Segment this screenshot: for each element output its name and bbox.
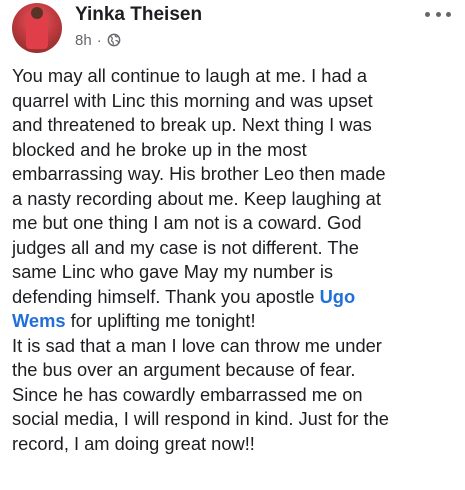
post-line: judges all and my case is not different.…	[12, 236, 359, 258]
post-line: record, I am doing great now!!	[12, 432, 255, 454]
post-line: a nasty recording about me. Keep laughin…	[12, 187, 381, 209]
post-line: social media, I will respond in kind. Ju…	[12, 408, 389, 429]
post-line-text: defending himself. Thank you apostle	[12, 285, 320, 307]
post-line: blocked and he broke up in the most	[12, 138, 307, 160]
post-line: me but one thing I am not is a coward. G…	[12, 212, 362, 233]
post-line: It is sad that a man I love can throw me…	[12, 334, 382, 356]
post-line: quarrel with Linc this morning and was u…	[12, 89, 373, 111]
avatar[interactable]	[12, 3, 62, 53]
mention-link-ugo[interactable]: Ugo	[320, 286, 356, 307]
post-line: and threatened to break up. Next thing I…	[12, 114, 372, 135]
post-line: Since he has cowardly embarrassed me on	[12, 383, 363, 405]
more-dot	[446, 11, 451, 17]
post-line: the bus over an argument because of fear…	[12, 359, 356, 380]
post-line: embarrassing way. His brother Leo then m…	[12, 163, 386, 184]
post-line: same Linc who gave May my number is	[12, 261, 334, 282]
post-line-text: for uplifting me tonight!	[70, 310, 256, 331]
globe-icon[interactable]	[107, 33, 121, 47]
more-options-icon[interactable]	[425, 7, 451, 21]
post-meta: 8h ·	[75, 30, 121, 50]
avatar-head	[31, 7, 43, 19]
post-line: You may all continue to laugh at me. I h…	[12, 65, 368, 86]
post-body: You may all continue to laugh at me. I h…	[12, 64, 458, 456]
post-line-with-mention: defending himself. Thank you apostle Ugo	[12, 285, 458, 310]
meta-separator: ·	[96, 31, 102, 49]
post-line-with-mention: Wems for uplifting me tonight!	[12, 309, 458, 334]
more-dot	[435, 11, 441, 17]
more-dot	[425, 11, 430, 17]
facebook-post: Yinka Theisen 8h · You may all continue …	[0, 0, 465, 490]
post-header: Yinka Theisen 8h ·	[12, 3, 453, 55]
post-time[interactable]: 8h	[75, 32, 92, 49]
mention-link-wems[interactable]: Wems	[12, 310, 66, 331]
author-name[interactable]: Yinka Theisen	[75, 4, 202, 26]
